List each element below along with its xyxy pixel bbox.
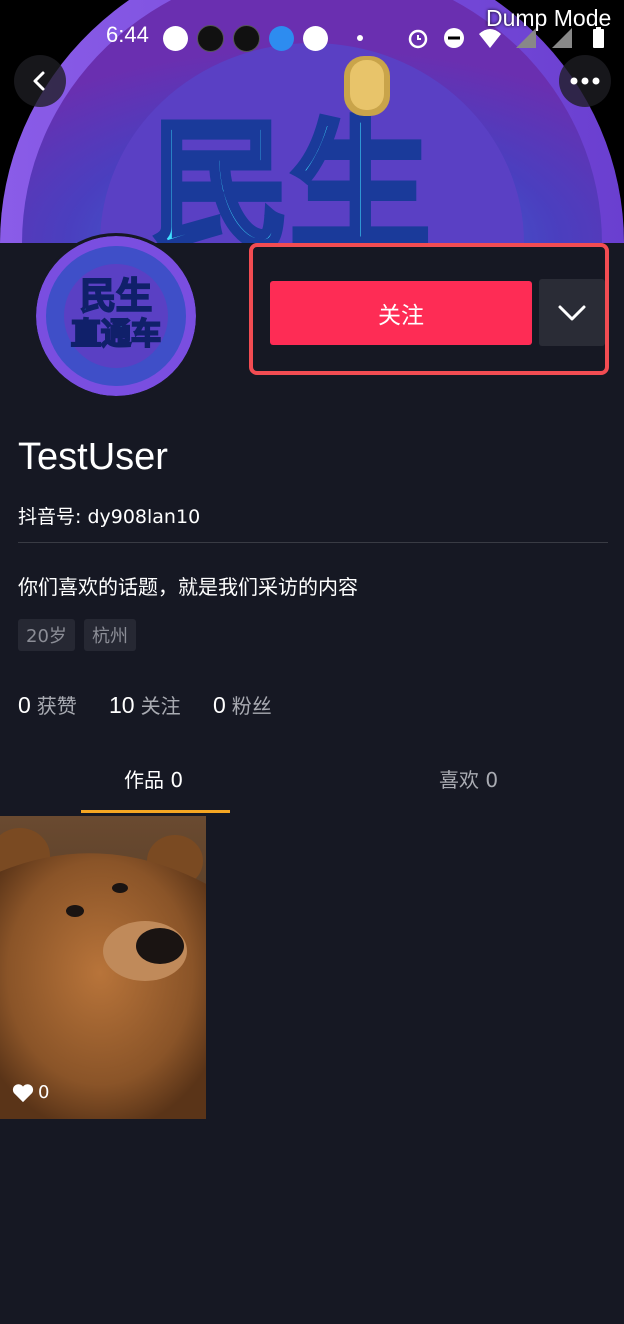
stat-likes-value: 0 <box>18 692 31 718</box>
follow-button[interactable]: 关注 <box>270 281 532 345</box>
tag-age: 20岁 <box>18 619 75 651</box>
bear-thumbnail-image <box>0 816 206 1119</box>
stat-following-value: 10 <box>109 692 135 718</box>
stat-likes[interactable]: 0 获赞 <box>18 690 77 719</box>
stat-followers-value: 0 <box>213 692 226 718</box>
heart-icon <box>12 1083 34 1102</box>
browser-icon <box>269 25 294 51</box>
dump-mode-label: Dump Mode <box>486 5 612 31</box>
tiktok-icon <box>197 24 224 52</box>
chevron-left-icon <box>33 71 45 91</box>
tab-likes[interactable]: 喜欢 0 <box>439 764 498 793</box>
tab-active-indicator <box>81 810 230 813</box>
avatar-image: 民生 直通车 <box>36 236 196 396</box>
notification-icons <box>163 23 363 53</box>
app-notification-icon <box>163 25 188 51</box>
chevron-down-icon <box>558 305 586 320</box>
stat-following[interactable]: 10 关注 <box>109 690 181 719</box>
stat-following-label: 关注 <box>140 694 181 718</box>
avatar[interactable]: 民生 直通车 <box>33 233 199 399</box>
alarm-icon <box>408 29 428 49</box>
banner-logo-text: 民生 <box>150 106 430 243</box>
do-not-disturb-icon <box>444 28 464 48</box>
tab-works[interactable]: 作品 0 <box>124 764 183 793</box>
stat-likes-label: 获赞 <box>36 694 77 718</box>
ellipsis-icon <box>570 77 600 85</box>
back-button[interactable] <box>14 55 66 107</box>
follow-options-button[interactable] <box>539 279 605 346</box>
video-like-count: 0 <box>12 1082 49 1103</box>
stat-followers-label: 粉丝 <box>231 694 272 718</box>
more-options-button[interactable] <box>559 55 611 107</box>
avatar-logo-top: 民生 <box>80 276 152 317</box>
username: TestUser <box>18 436 168 478</box>
tag-location: 杭州 <box>84 619 136 651</box>
video-like-value: 0 <box>38 1082 50 1103</box>
status-time: 6:44 <box>106 22 149 47</box>
video-app-icon <box>303 25 328 51</box>
douyin-id[interactable]: 抖音号: dy908lan10 <box>18 502 200 529</box>
divider <box>18 542 608 543</box>
bio: 你们喜欢的话题，就是我们采访的内容 <box>18 575 358 599</box>
avatar-logo-bottom: 直通车 <box>71 317 161 352</box>
stat-followers[interactable]: 0 粉丝 <box>213 690 272 719</box>
tiktok-icon <box>233 24 260 52</box>
video-thumbnail[interactable] <box>0 816 206 1119</box>
more-notifications-dot <box>357 35 363 41</box>
